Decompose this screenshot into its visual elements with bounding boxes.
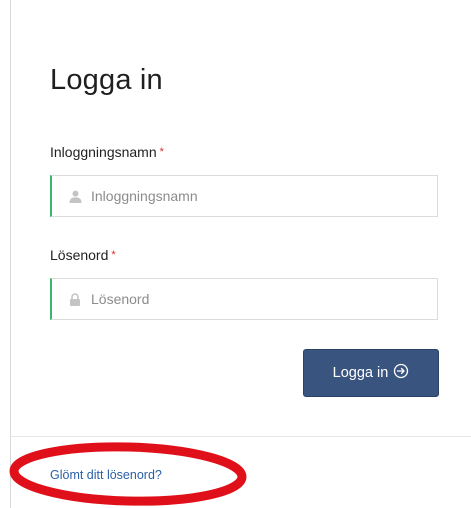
username-field-wrapper[interactable] [50, 175, 438, 217]
page-title: Logga in [50, 64, 163, 96]
forgot-password-link[interactable]: Glömt ditt lösenord? [50, 468, 162, 482]
user-icon [68, 189, 82, 203]
left-border [10, 0, 11, 508]
lock-icon [68, 292, 82, 306]
login-page: Logga in Inloggningsnamn* Lösenord* Logg… [0, 0, 471, 508]
arrow-circle-right-icon [393, 363, 409, 383]
username-input[interactable] [91, 188, 421, 204]
username-label-text: Inloggningsnamn [50, 144, 157, 160]
username-label: Inloggningsnamn * [50, 144, 164, 160]
password-input[interactable] [91, 291, 421, 307]
login-button[interactable]: Logga in [303, 349, 439, 397]
required-marker: * [159, 146, 164, 158]
login-button-label: Logga in [332, 365, 389, 381]
password-label-text: Lösenord [50, 247, 109, 263]
required-marker: * [111, 249, 116, 261]
password-label: Lösenord * [50, 247, 116, 263]
password-field-wrapper[interactable] [50, 278, 438, 320]
footer-divider [10, 436, 471, 437]
